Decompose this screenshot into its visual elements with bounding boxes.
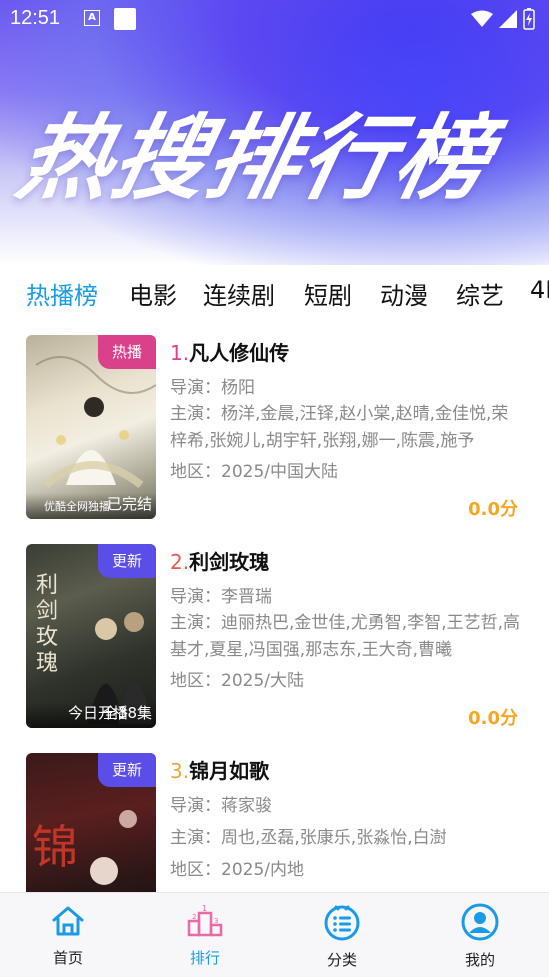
- list-item[interactable]: 利 剑 玫 瑰 更新 今日开播 全38集 2.利剑玫瑰 导演：李晋瑞 主演：迪丽…: [26, 544, 526, 729]
- item-title[interactable]: 3.锦月如歌: [170, 755, 269, 784]
- category-icon: [324, 905, 360, 941]
- nav-label: 首页: [52, 949, 83, 967]
- signal-icon: [499, 10, 517, 28]
- nav-category[interactable]: 分类: [297, 903, 387, 970]
- poster-caption: 今日开播 全38集: [26, 702, 156, 728]
- cast-text: 主演：杨洋,金晨,汪铎,赵小棠,赵晴,金佳悦,荣梓希,张婉儿,胡宇轩,张翔,娜一…: [170, 404, 509, 449]
- status-bar: 12:51 A: [0, 0, 549, 38]
- svg-text:剑: 剑: [36, 599, 58, 624]
- svg-text:锦: 锦: [32, 820, 78, 874]
- director-text: 导演：李晋瑞: [170, 587, 272, 607]
- director-text: 导演：蒋家骏: [170, 796, 272, 816]
- nav-label: 我的: [464, 951, 495, 969]
- tab-hot[interactable]: 热播榜: [26, 276, 98, 311]
- profile-icon: [461, 903, 499, 941]
- nav-ranking[interactable]: 1 2 3 排行: [160, 903, 250, 968]
- notification-square-icon: [114, 8, 136, 30]
- director-text: 导演：杨阳: [170, 378, 255, 398]
- svg-text:玫: 玫: [36, 625, 58, 650]
- status-time: 12:51: [10, 7, 61, 29]
- poster-image[interactable]: 热播 优酷全网独播 已完结: [26, 335, 156, 519]
- nav-label: 分类: [326, 951, 357, 969]
- cast-text: 主演：迪丽热巴,金世佳,尤勇智,李智,王艺哲,高基才,夏星,冯国强,那志东,王大…: [170, 613, 521, 658]
- svg-text:瑰: 瑰: [36, 651, 58, 676]
- list-item[interactable]: 热播 优酷全网独播 已完结 1.凡人修仙传 导演：杨阳 主演：杨洋,金晨,汪铎,…: [26, 335, 526, 520]
- region-text: 地区：2025/中国大陆: [170, 462, 338, 482]
- cast-text: 主演：周也,丞磊,张康乐,张淼怡,白澍: [170, 828, 447, 848]
- rank-number: 1.: [170, 341, 190, 365]
- rank-number: 2.: [170, 550, 190, 574]
- tab-short-drama[interactable]: 短剧: [304, 276, 352, 311]
- notification-a-icon: A: [84, 10, 100, 26]
- page-title: 热搜排行榜: [8, 105, 502, 212]
- ranking-icon: 1 2 3: [187, 904, 223, 937]
- region-text: 地区：2025/大陆: [170, 671, 304, 691]
- tab-series[interactable]: 连续剧: [203, 276, 275, 311]
- svg-text:利: 利: [36, 573, 58, 598]
- status-badge: 更新: [98, 753, 156, 787]
- poster-image[interactable]: 利 剑 玫 瑰 更新 今日开播 全38集: [26, 544, 156, 728]
- tab-movie[interactable]: 电影: [129, 276, 177, 311]
- status-badge: 更新: [98, 544, 156, 578]
- poster-caption: 优酷全网独播 已完结: [26, 493, 156, 519]
- nav-home[interactable]: 首页: [23, 903, 113, 968]
- item-title[interactable]: 1.凡人修仙传: [170, 337, 289, 366]
- bottom-navigation: 首页 1 2 3 排行 分类 我的: [0, 892, 549, 977]
- wifi-icon: [471, 10, 493, 27]
- svg-text:3: 3: [214, 917, 218, 925]
- category-tabs: 热播榜 电影 连续剧 短剧 动漫 综艺 4K: [0, 272, 549, 316]
- region-text: 地区：2025/内地: [170, 860, 304, 880]
- svg-text:1: 1: [202, 904, 207, 913]
- item-title[interactable]: 2.利剑玫瑰: [170, 546, 269, 575]
- svg-text:2: 2: [192, 913, 196, 921]
- rank-number: 3.: [170, 759, 190, 783]
- home-icon: [52, 906, 84, 936]
- nav-label: 排行: [189, 949, 220, 967]
- tab-4k[interactable]: 4K: [530, 276, 549, 304]
- status-badge: 热播: [98, 335, 156, 369]
- battery-icon: [523, 8, 535, 30]
- nav-profile[interactable]: 我的: [435, 903, 525, 970]
- score-text: 0.0分: [468, 499, 518, 520]
- tab-anime[interactable]: 动漫: [380, 276, 428, 311]
- tab-variety[interactable]: 综艺: [456, 276, 504, 311]
- score-text: 0.0分: [468, 708, 518, 729]
